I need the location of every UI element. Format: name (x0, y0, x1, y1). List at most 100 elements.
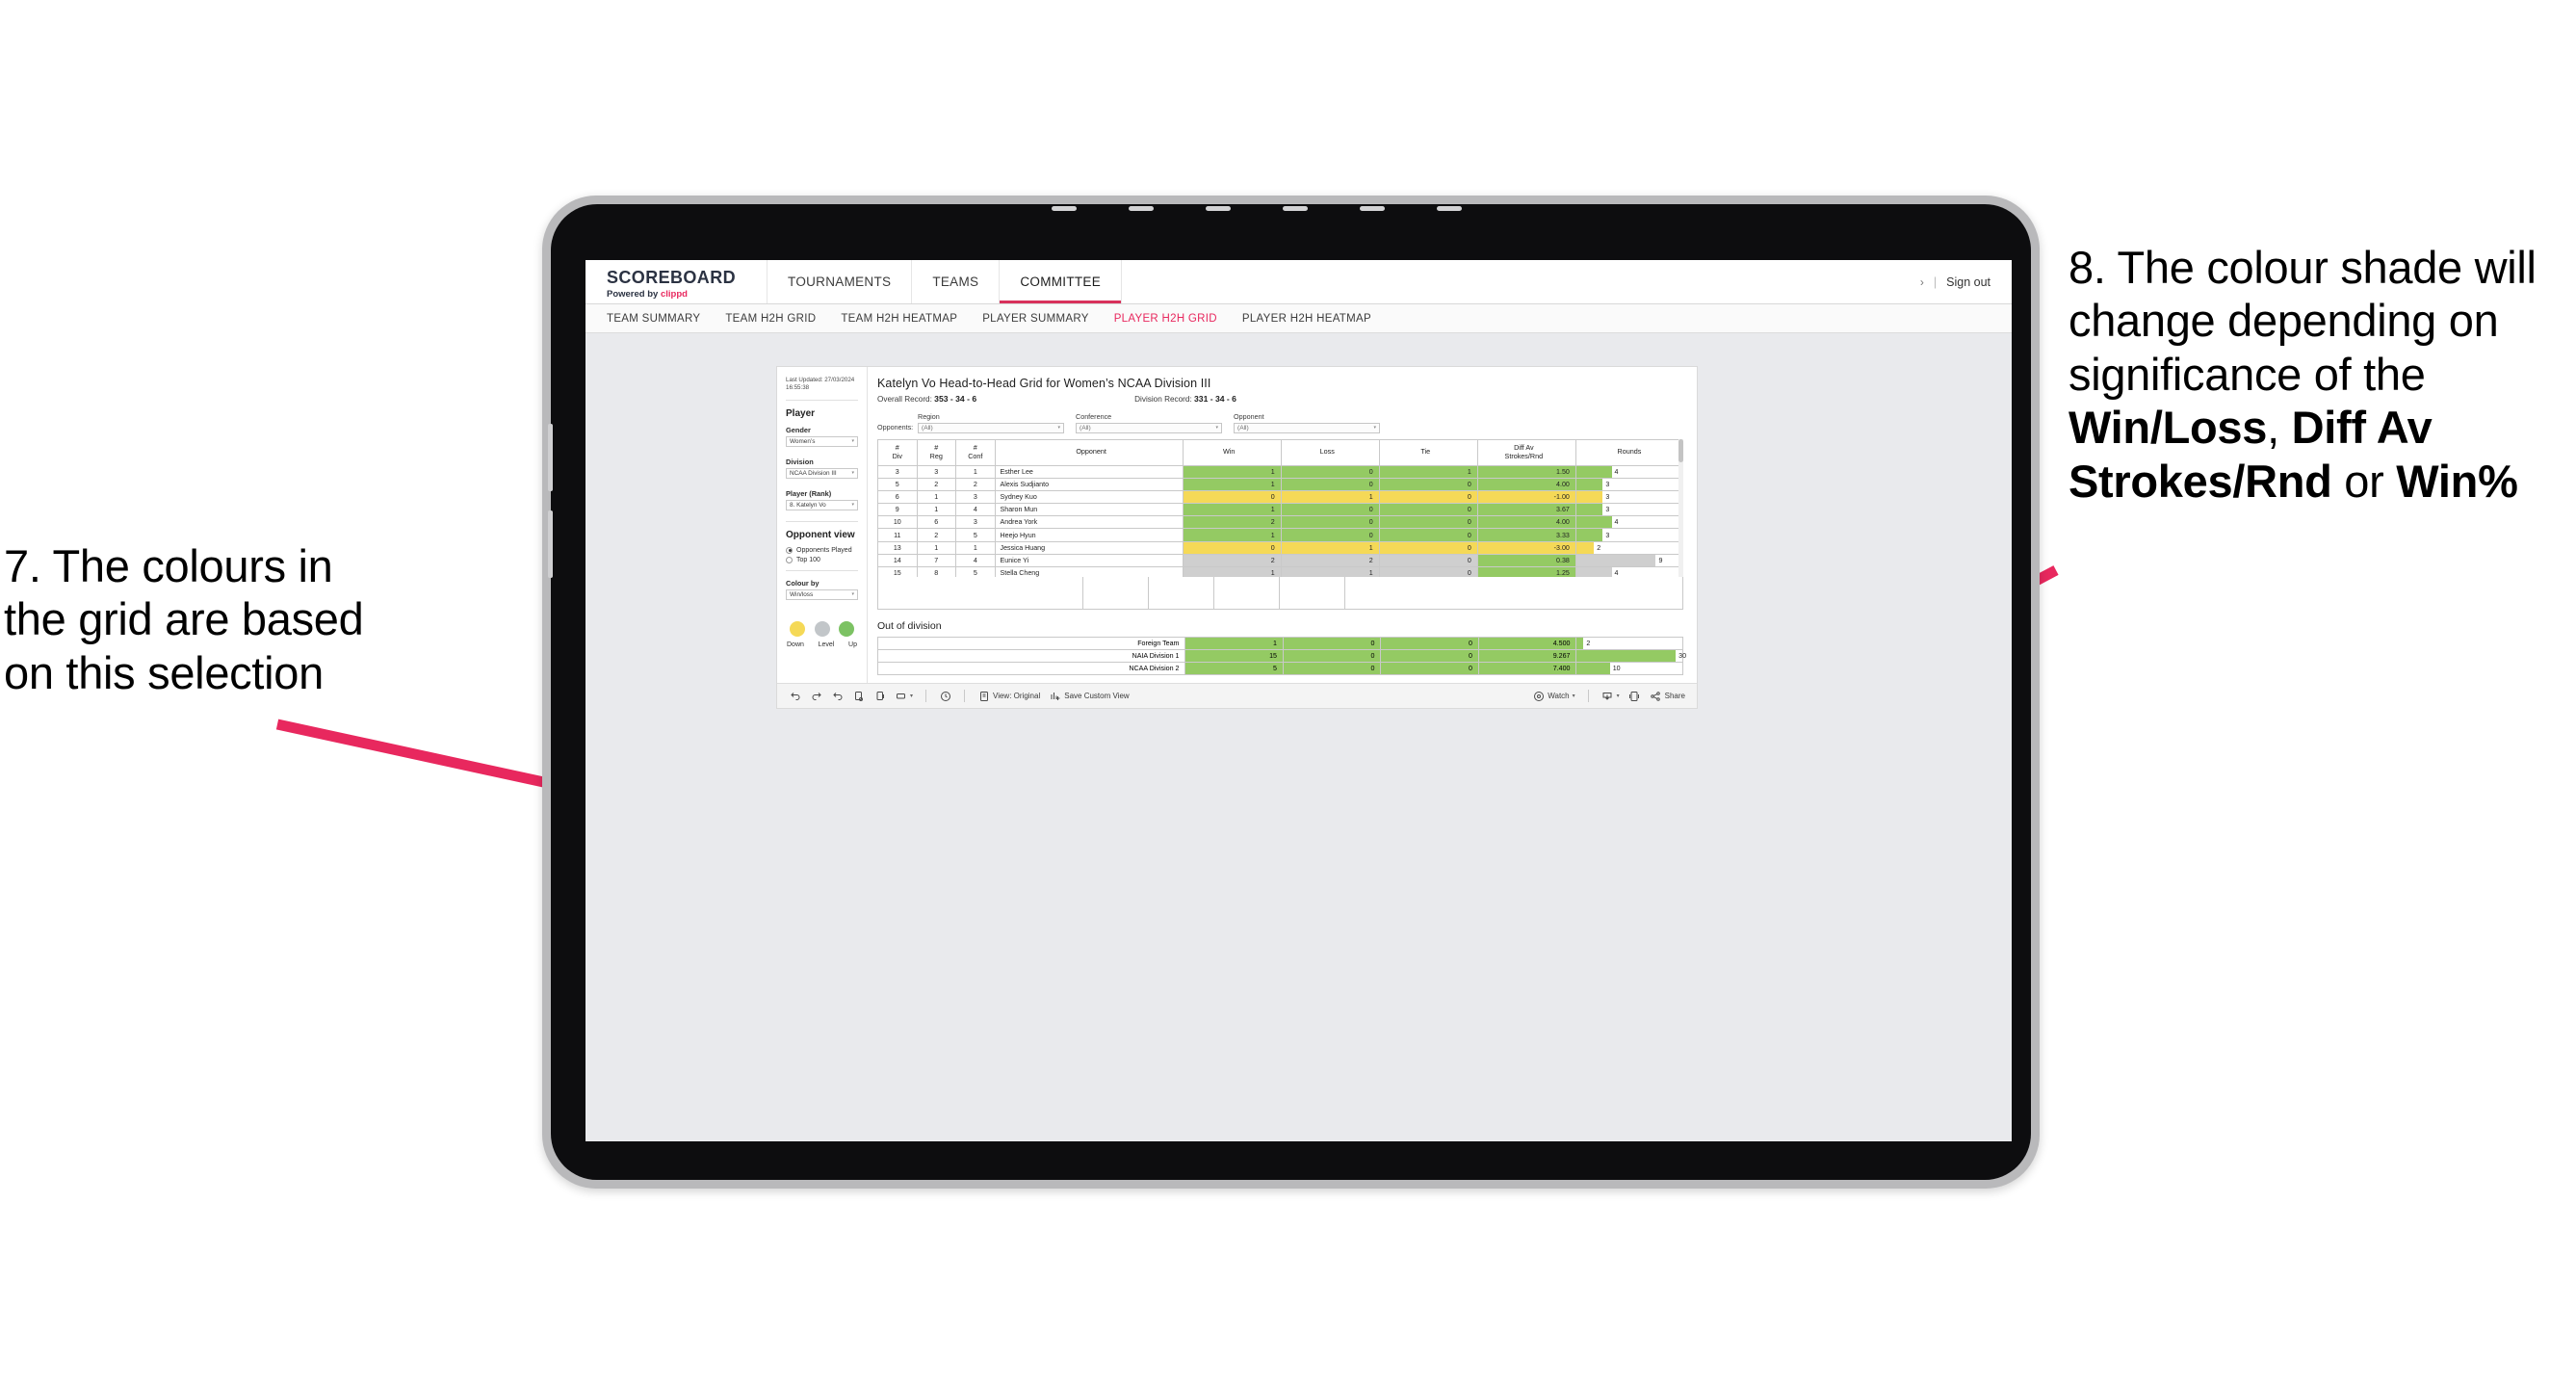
division-value: NCAA Division III (790, 469, 837, 477)
table-cell: 5 (1184, 661, 1284, 676)
radio-button-icon[interactable] (786, 556, 793, 563)
table-cell: 3.67 (1476, 503, 1576, 517)
overall-record-label: Overall Record: (877, 395, 932, 404)
chevron-down-icon[interactable]: ▾ (1617, 693, 1620, 699)
nav-item-committee[interactable]: COMMITTEE (999, 260, 1123, 303)
chevron-down-icon: ▾ (1373, 425, 1376, 431)
rounds-value: 2 (1586, 639, 1591, 647)
radio-button-icon[interactable] (786, 546, 793, 554)
table-row[interactable]: 13 1 1 Jessica Huang 0 1 0 -3.00 2 (877, 540, 1683, 555)
table-cell: Foreign Team (876, 636, 1186, 650)
column-header[interactable]: Opponent (994, 438, 1184, 466)
h2h-grid: # Div # Reg # Conf Opponent Win Loss Tie Diff Av St… (877, 438, 1683, 610)
h2h-grid-scroll-area[interactable]: # Div # Reg # Conf Opponent Win Loss Tie Diff Av St… (877, 438, 1683, 577)
record-row: Overall Record: 353 - 34 - 6 Division Re… (877, 394, 1683, 404)
share-button[interactable]: Share (1650, 690, 1685, 702)
view-original-button[interactable]: View: Original (977, 690, 1040, 702)
colour-by-select[interactable]: Win/loss ▾ (786, 588, 858, 600)
player-rank-select[interactable]: 8. Katelyn Vo ▾ (786, 499, 858, 510)
divider (786, 399, 858, 401)
revert-icon[interactable] (831, 690, 844, 702)
table-row[interactable]: 10 6 3 Andrea York 2 0 0 4.00 4 (877, 515, 1683, 530)
table-row[interactable]: 11 2 5 Heejo Hyun 1 0 0 3.33 3 (877, 528, 1683, 542)
nav-item-teams[interactable]: TEAMS (911, 260, 999, 303)
subnav-item-team-h2h-grid[interactable]: TEAM H2H GRID (725, 313, 816, 325)
table-cell: 5 (955, 528, 996, 542)
column-header[interactable]: # Reg (916, 438, 957, 466)
download-button[interactable]: ▾ (1601, 690, 1620, 702)
grid-scrollbar[interactable] (1678, 438, 1683, 577)
subnav-item-player-h2h-grid[interactable]: PLAYER H2H GRID (1114, 313, 1217, 325)
opponent-filter-region: Region (All) ▾ (918, 412, 1064, 433)
filter-select[interactable]: (All) ▾ (1076, 422, 1222, 433)
opponent-view-radio-group: Opponents Played Top 100 (786, 546, 858, 563)
chevron-down-icon[interactable]: ▾ (1573, 693, 1575, 699)
chevron-right-icon[interactable]: › (1920, 275, 1924, 289)
history-icon[interactable] (939, 690, 951, 702)
pause-icon[interactable] (873, 690, 886, 702)
table-cell: 7.400 (1477, 661, 1577, 676)
out-of-division-row[interactable]: NAIA Division 1 15 0 0 9.267 30 (876, 648, 1686, 663)
table-cell: 0 (1280, 503, 1380, 517)
fullscreen-icon[interactable] (1628, 690, 1641, 702)
division-select[interactable]: NCAA Division III ▾ (786, 467, 858, 479)
filter-select[interactable]: (All) ▾ (1234, 422, 1380, 433)
division-label: Division (786, 457, 814, 466)
radio-opponents-played[interactable]: Opponents Played (786, 546, 858, 554)
subnav-item-player-summary[interactable]: PLAYER SUMMARY (982, 313, 1089, 325)
column-header[interactable]: Tie (1378, 438, 1478, 466)
column-header[interactable]: # Conf (955, 438, 996, 466)
column-header[interactable]: # Div (877, 438, 918, 466)
subnav-item-team-h2h-heatmap[interactable]: TEAM H2H HEATMAP (841, 313, 957, 325)
filter-label: Conference (1076, 412, 1112, 421)
share-label: Share (1664, 692, 1685, 701)
legend-label-down: Down (787, 641, 804, 648)
table-row[interactable]: 6 1 3 Sydney Kuo 0 1 0 -1.00 3 (877, 489, 1683, 505)
annotation-left: 7. The colours in the grid are based on th… (4, 539, 524, 699)
grid-scrollbar-thumb[interactable] (1678, 438, 1683, 462)
table-cell: 14 (877, 553, 918, 568)
table-row[interactable]: 14 7 4 Eunice Yi 2 2 0 0.38 9 (877, 553, 1683, 568)
out-of-division-row[interactable]: NCAA Division 2 5 0 0 7.400 10 (876, 661, 1683, 676)
table-row[interactable]: 5 2 2 Alexis Sudjianto 1 0 0 4.00 3 (877, 477, 1683, 491)
save-custom-view-button[interactable]: Save Custom View (1049, 690, 1130, 702)
undo-icon[interactable] (789, 690, 801, 702)
table-cell: 2 (1182, 553, 1282, 568)
table-cell: 0 (1378, 503, 1478, 517)
subnav-item-team-summary[interactable]: TEAM SUMMARY (607, 313, 700, 325)
gender-select[interactable]: Women’s ▾ (786, 435, 858, 447)
viz-main-panel: Katelyn Vo Head-to-Head Grid for Women’s… (868, 367, 1697, 684)
brand-logo[interactable]: SCOREBOARD Powered by clippd (585, 260, 749, 303)
table-cell: 1.25 (1476, 565, 1576, 577)
device-preview-group[interactable]: ▾ (895, 690, 913, 702)
table-cell: 1 (1280, 565, 1380, 577)
column-header-line2: Div (892, 451, 902, 460)
chevron-down-icon: ▾ (851, 502, 854, 509)
subnav-item-player-h2h-heatmap[interactable]: PLAYER H2H HEATMAP (1242, 313, 1371, 325)
redo-icon[interactable] (810, 690, 822, 702)
chevron-down-icon[interactable]: ▾ (910, 693, 913, 699)
device-icon[interactable] (895, 690, 907, 702)
out-of-division-row[interactable]: Foreign Team 1 0 0 4.500 2 (876, 636, 1683, 650)
column-header[interactable]: Rounds (1574, 438, 1683, 466)
toolbar-divider-2 (964, 690, 966, 703)
table-cell: Jessica Huang (994, 540, 1184, 555)
nav-item-tournaments[interactable]: TOURNAMENTS (767, 260, 911, 303)
table-cell: 0 (1380, 648, 1479, 663)
column-header[interactable]: Loss (1280, 438, 1380, 466)
radio-top-100[interactable]: Top 100 (786, 556, 858, 563)
table-row[interactable]: 15 8 5 Stella Cheng 1 1 0 1.25 4 (877, 565, 1683, 577)
refresh-icon[interactable] (852, 690, 865, 702)
table-cell: 10 (877, 515, 918, 530)
filter-select[interactable]: (All) ▾ (918, 422, 1064, 433)
column-header[interactable]: Diff Av Strokes/Rnd (1476, 438, 1576, 466)
sign-out-link[interactable]: Sign out (1946, 275, 1991, 289)
table-cell: 0 (1378, 528, 1478, 542)
watch-button[interactable]: Watch ▾ (1532, 690, 1575, 702)
table-cell: Stella Cheng (994, 565, 1184, 577)
table-row[interactable]: 3 3 1 Esther Lee 1 0 1 1.50 4 (877, 464, 1683, 479)
table-row[interactable]: 9 1 4 Sharon Mun 1 0 0 3.67 3 (877, 503, 1683, 517)
colour-by-label: Colour by (786, 578, 820, 588)
table-cell: NAIA Division 1 (876, 648, 1186, 663)
column-header[interactable]: Win (1182, 438, 1282, 466)
